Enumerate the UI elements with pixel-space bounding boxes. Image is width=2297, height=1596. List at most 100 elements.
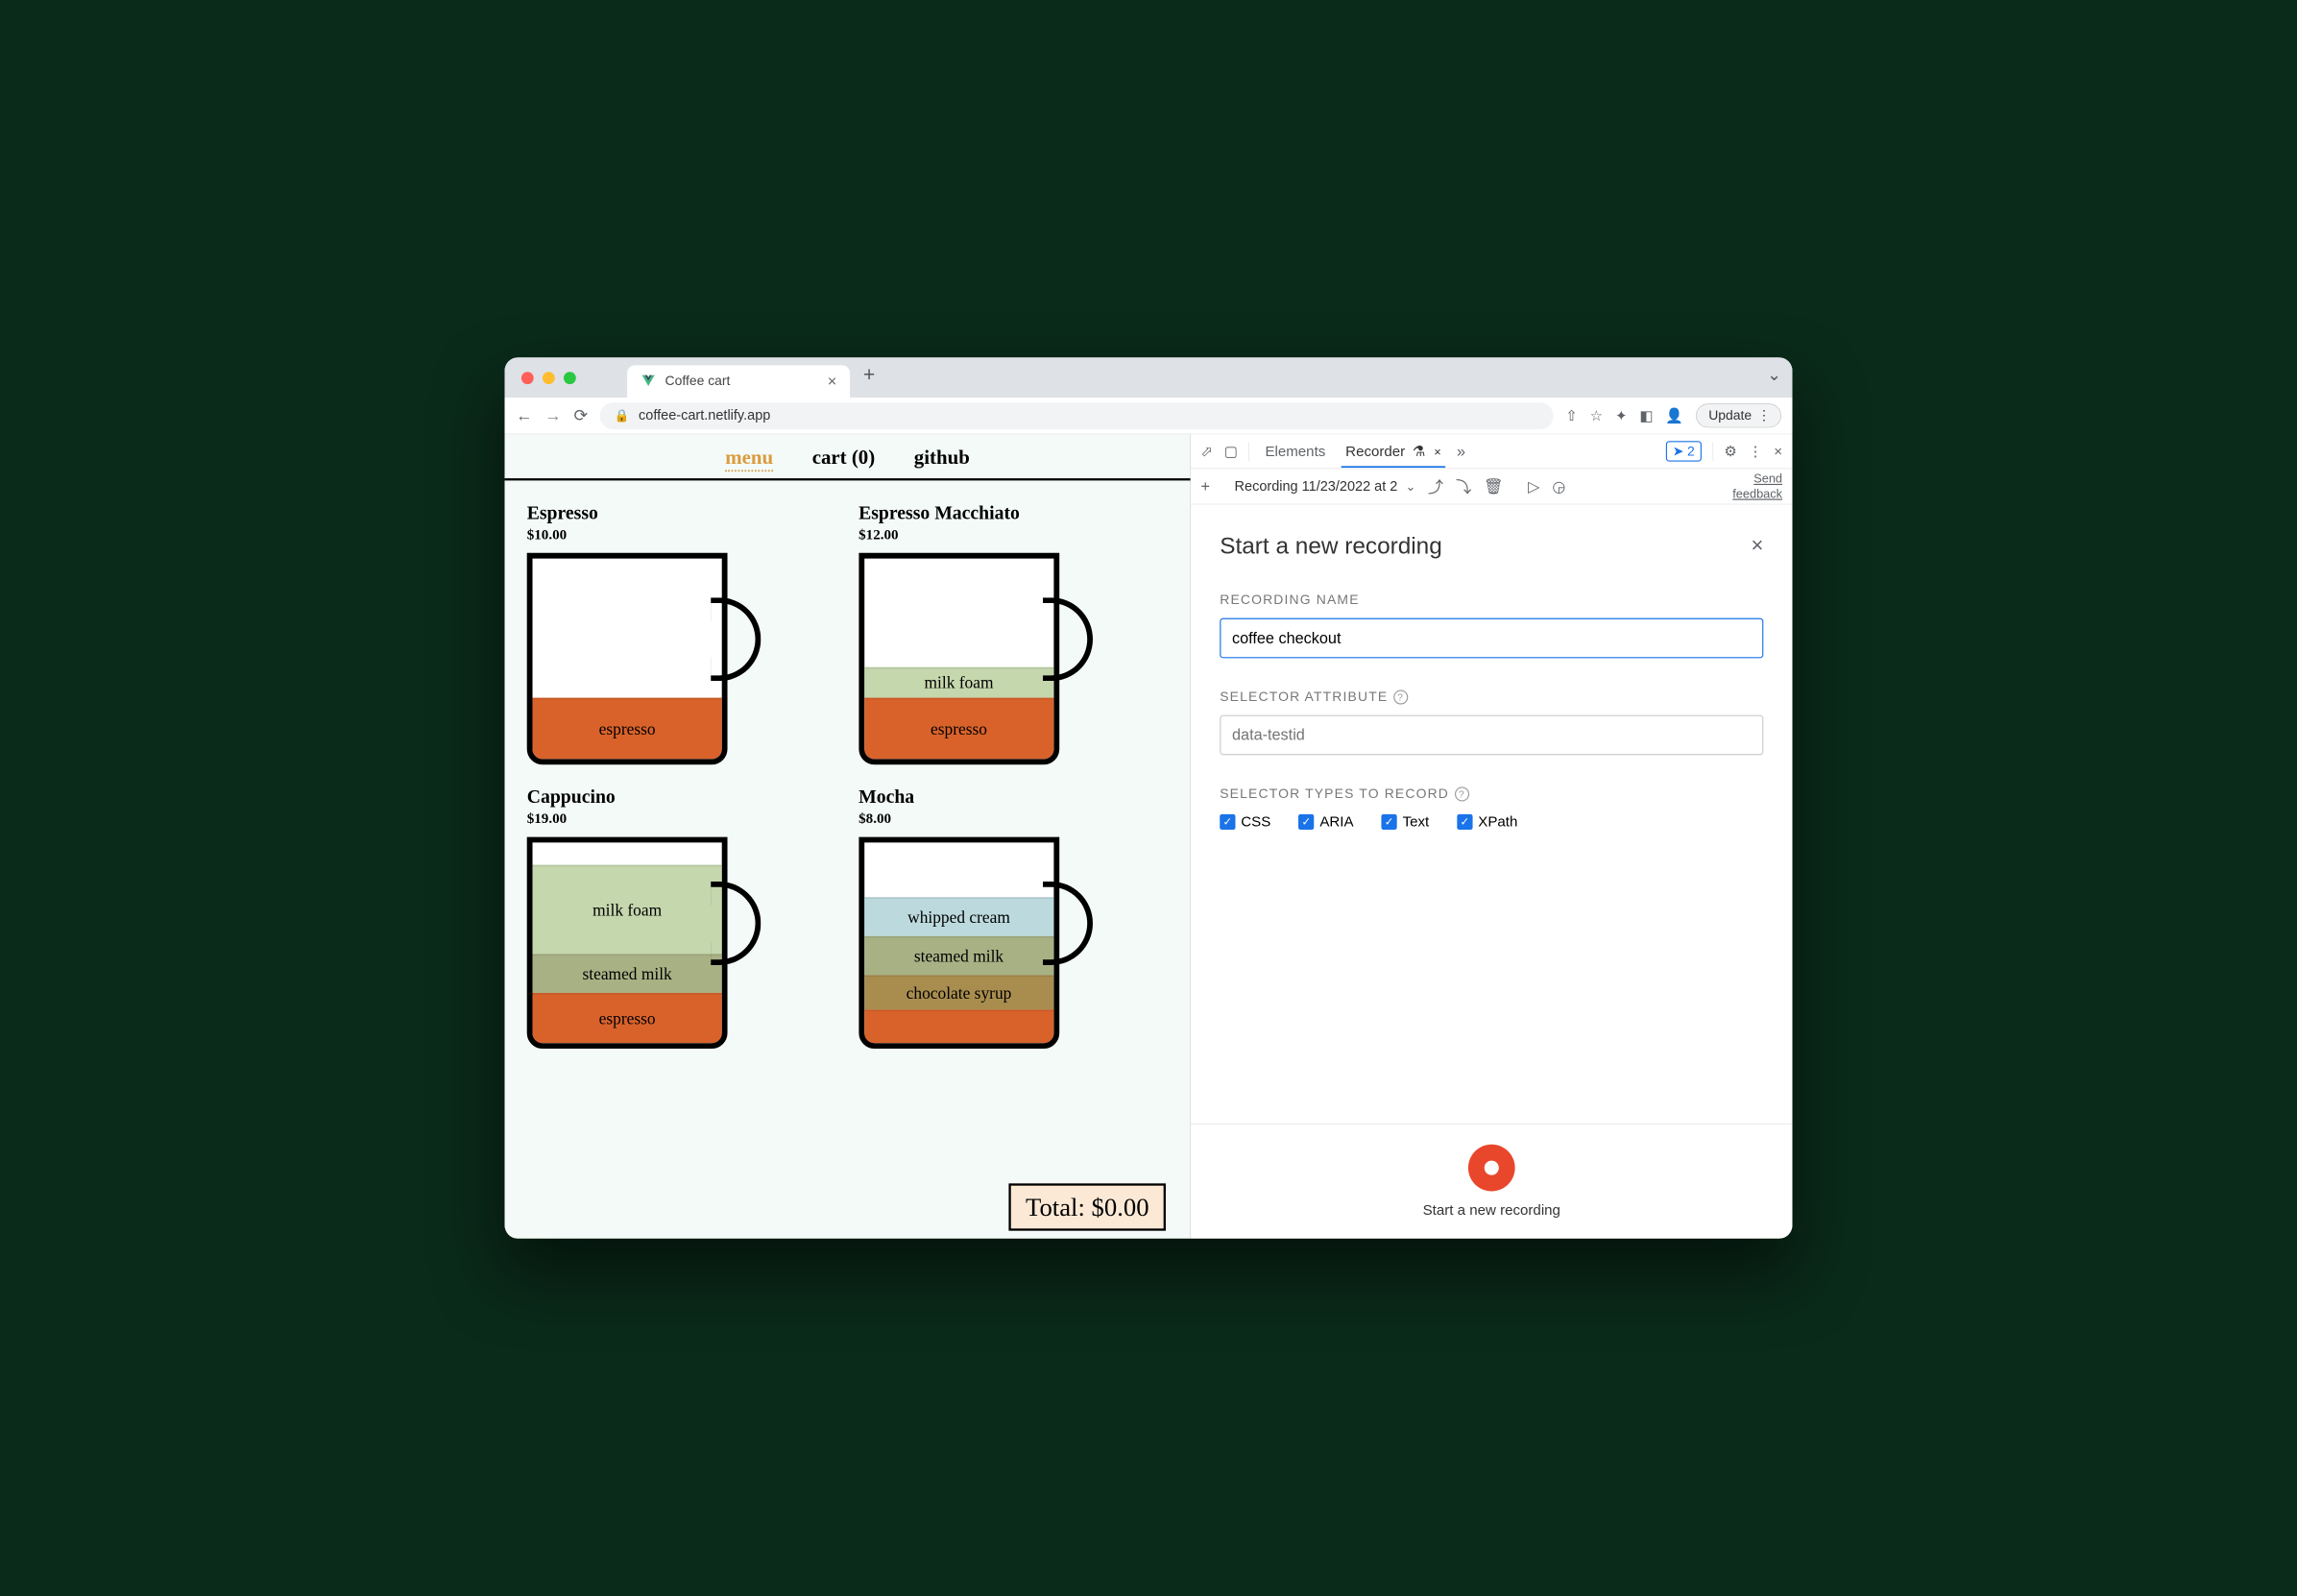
chat-icon: ➤ [1673,444,1684,460]
url-actions: ⇧ ☆ ✦ ◧ 👤 Update ⋮ [1565,403,1781,427]
selector-types-checks: ✓CSS ✓ARIA ✓Text ✓XPath [1220,813,1763,831]
page-nav: menu cart (0) github [505,434,1191,480]
close-window-button[interactable] [521,372,534,384]
new-recording-form: Start a new recording × RECORDING NAME S… [1191,504,1792,1124]
browser-window: Coffee cart × + ⌄ ← → ⟳ 🔒 coffee-cart.ne… [505,357,1793,1239]
coffee-cup[interactable]: milk foam steamed milk espresso [527,837,762,1049]
item-name: Espresso Macchiato [858,503,1168,524]
cup-handle [1043,597,1093,681]
total-box[interactable]: Total: $0.00 [1009,1183,1166,1230]
browser-tab[interactable]: Coffee cart × [627,365,850,398]
performance-icon[interactable]: ◶ [1552,477,1565,496]
check-aria[interactable]: ✓ARIA [1298,813,1353,831]
settings-icon[interactable]: ⚙ [1724,443,1737,460]
devtools-tabbar: ⬀ ▢ Elements Recorder ⚗ × » ➤ 2 ⚙ ⋮ × [1191,434,1792,469]
selector-attribute-label: SELECTOR ATTRIBUTE ? [1220,689,1763,705]
reload-button[interactable]: ⟳ [573,406,588,425]
start-recording-button[interactable] [1468,1145,1515,1192]
close-form-icon[interactable]: × [1751,534,1763,558]
layer-espresso: espresso [864,698,1053,760]
extensions-icon[interactable]: ✦ [1615,407,1628,424]
device-toggle-icon[interactable]: ▢ [1224,443,1238,460]
new-tab-button[interactable]: + [863,363,875,386]
cup-handle [1043,882,1093,965]
more-tabs-icon[interactable]: » [1457,443,1465,461]
layer-milk-foam: milk foam [864,667,1053,698]
cup-handle [711,597,761,681]
item-price: $8.00 [858,810,1168,827]
layer-whipped-cream: whipped cream [864,897,1053,936]
chevron-down-icon: ⌄ [1405,479,1415,494]
layer-espresso [864,1009,1053,1043]
profile-icon[interactable]: 👤 [1665,407,1683,424]
import-icon[interactable]: ⤵ [1456,475,1471,497]
check-text[interactable]: ✓Text [1382,813,1430,831]
issues-badge[interactable]: ➤ 2 [1666,441,1702,461]
nav-cart[interactable]: cart (0) [812,446,875,472]
item-price: $12.00 [858,526,1168,543]
maximize-window-button[interactable] [564,372,576,384]
devtools: ⬀ ▢ Elements Recorder ⚗ × » ➤ 2 ⚙ ⋮ × [1191,434,1792,1239]
forward-button[interactable]: → [544,406,561,425]
content-area: menu cart (0) github Espresso $10.00 esp… [505,434,1793,1239]
bookmark-icon[interactable]: ☆ [1590,407,1604,424]
export-icon[interactable]: ⤴ [1428,475,1443,497]
titlebar: Coffee cart × + ⌄ [505,357,1793,398]
close-panel-icon[interactable]: × [1434,445,1440,459]
back-button[interactable]: ← [516,406,532,425]
tab-recorder[interactable]: Recorder ⚗ × [1342,435,1446,468]
recording-select[interactable]: Recording 11/23/2022 at 2 ⌄ [1235,478,1416,495]
recorder-footer: Start a new recording [1191,1124,1792,1238]
address-bar[interactable]: 🔒 coffee-cart.netlify.app [600,402,1554,429]
coffee-cup[interactable]: milk foam espresso [858,553,1093,764]
item-name: Espresso [527,503,836,524]
layer-steamed-milk: steamed milk [533,954,722,993]
share-icon[interactable]: ⇧ [1565,407,1578,424]
layer-espresso: espresso [533,698,722,760]
minimize-window-button[interactable] [543,372,555,384]
sidepanel-icon[interactable]: ◧ [1639,407,1653,424]
coffee-cup[interactable]: whipped cream steamed milk chocolate syr… [858,837,1093,1049]
kebab-icon[interactable]: ⋮ [1749,443,1763,460]
check-xpath[interactable]: ✓XPath [1457,813,1517,831]
send-feedback-link[interactable]: Send feedback [1732,472,1782,501]
item-name: Mocha [858,786,1168,808]
item-name: Cappucino [527,786,836,808]
menu-item: Espresso $10.00 espresso [527,503,836,765]
recording-name-label: RECORDING NAME [1220,592,1763,608]
item-price: $19.00 [527,810,836,827]
vue-icon [641,374,656,389]
close-tab-icon[interactable]: × [828,373,836,391]
selector-attribute-input[interactable] [1220,715,1763,756]
start-recording-label: Start a new recording [1423,1201,1560,1219]
menu-grid: Espresso $10.00 espresso Espresso Macchi… [505,480,1191,1071]
delete-icon[interactable]: 🗑 [1484,477,1504,496]
check-css[interactable]: ✓CSS [1220,813,1270,831]
recording-name-input[interactable] [1220,618,1763,659]
nav-menu[interactable]: menu [725,446,773,472]
form-title: Start a new recording [1220,532,1442,559]
layer-espresso: espresso [533,993,722,1043]
update-button[interactable]: Update ⋮ [1696,403,1781,427]
menu-item: Mocha $8.00 whipped cream steamed milk c… [858,786,1168,1049]
item-price: $10.00 [527,526,836,543]
play-icon[interactable]: ▷ [1528,477,1539,496]
url-text: coffee-cart.netlify.app [639,407,770,423]
tab-title: Coffee cart [665,374,819,389]
add-recording-icon[interactable]: + [1201,477,1210,496]
tab-elements[interactable]: Elements [1261,435,1330,468]
help-icon[interactable]: ? [1455,786,1469,801]
layer-milk-foam: milk foam [533,865,722,955]
menu-item: Espresso Macchiato $12.00 milk foam espr… [858,503,1168,765]
tabs-menu-icon[interactable]: ⌄ [1767,365,1781,384]
selector-types-label: SELECTOR TYPES TO RECORD ? [1220,786,1763,802]
page: menu cart (0) github Espresso $10.00 esp… [505,434,1192,1239]
coffee-cup[interactable]: espresso [527,553,762,764]
window-controls [521,372,576,384]
nav-github[interactable]: github [914,446,970,472]
menu-item: Cappucino $19.00 milk foam steamed milk … [527,786,836,1049]
help-icon[interactable]: ? [1393,689,1408,704]
layer-steamed-milk: steamed milk [864,936,1053,976]
inspect-icon[interactable]: ⬀ [1201,443,1214,460]
close-devtools-icon[interactable]: × [1774,443,1782,460]
